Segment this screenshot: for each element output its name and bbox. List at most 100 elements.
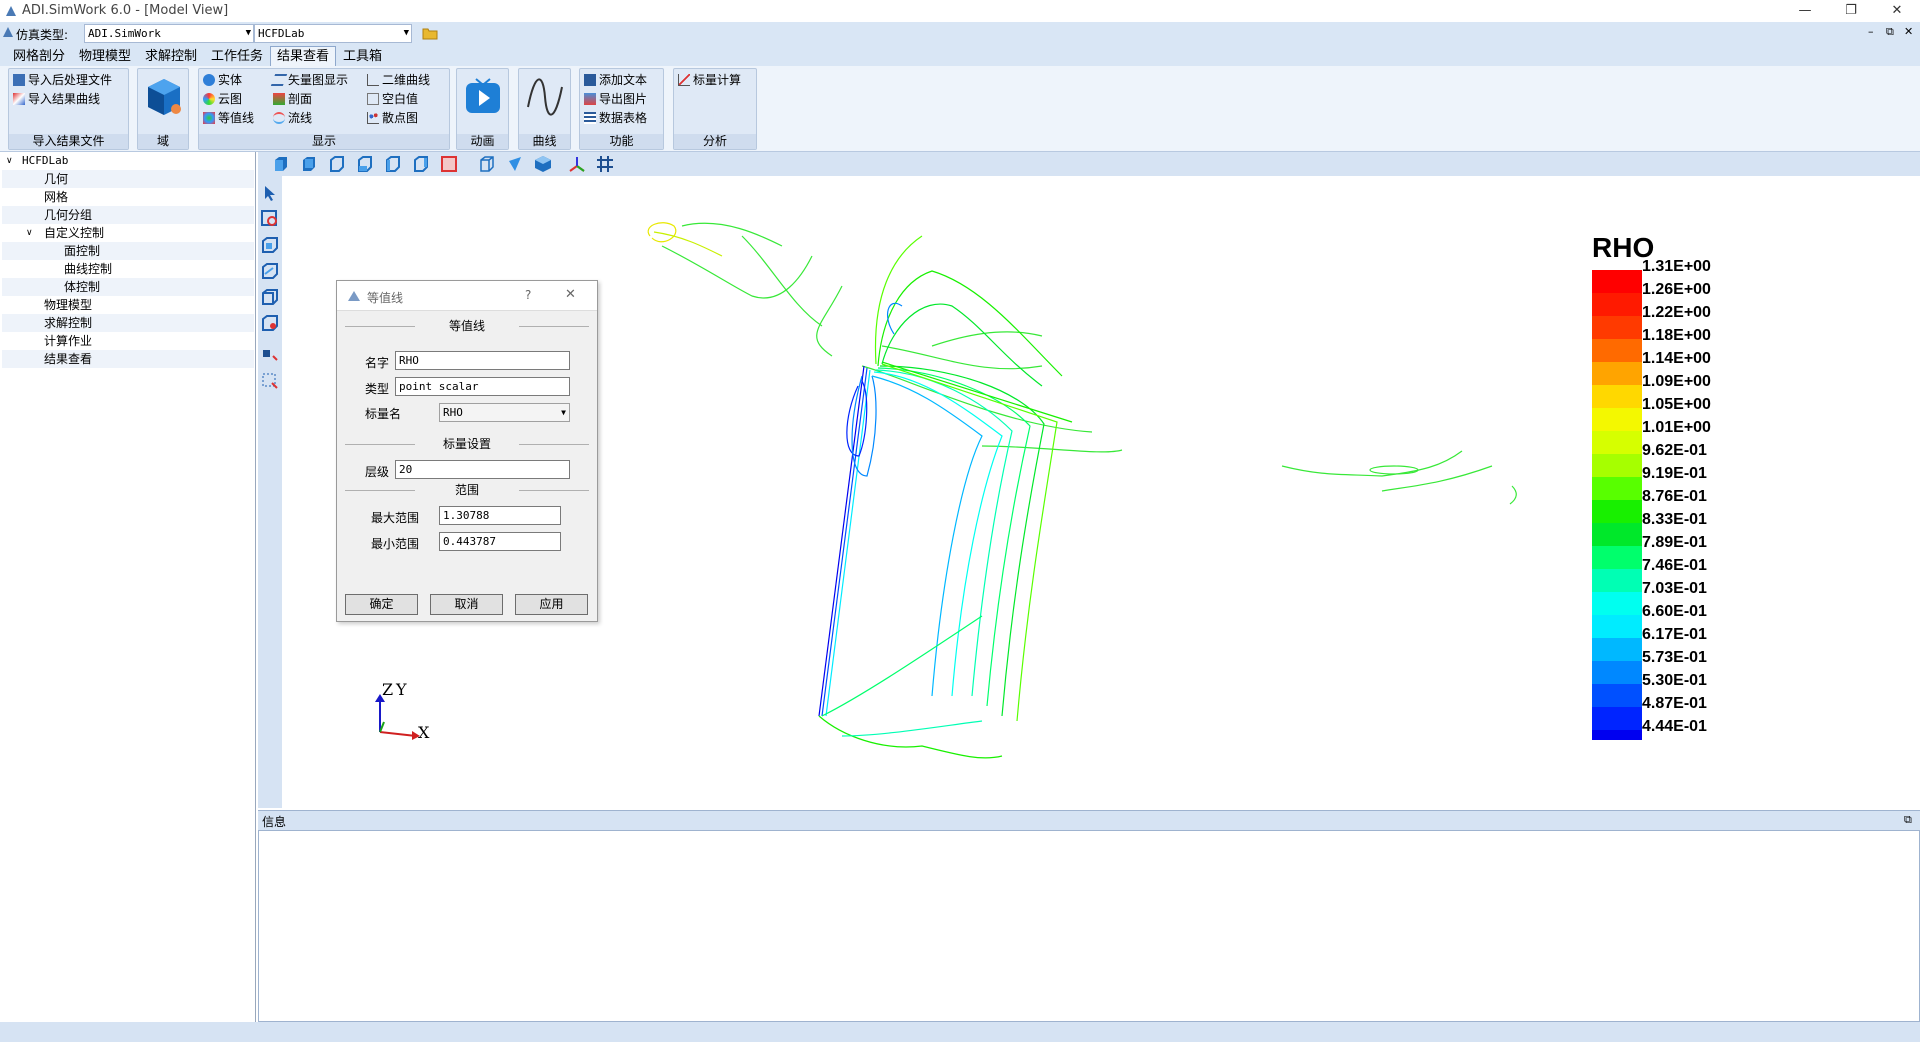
scalar-calc-button[interactable]: 标量计算 xyxy=(678,71,741,89)
legend-swatch xyxy=(1592,615,1642,638)
tree-item-custom-control[interactable]: ∨ 自定义控制 xyxy=(2,224,254,242)
tab-physics[interactable]: 物理模型 xyxy=(72,46,138,66)
blank-value-label: 空白值 xyxy=(382,92,419,106)
view-top-icon[interactable] xyxy=(328,155,346,173)
select-node-icon[interactable] xyxy=(261,314,279,332)
2d-curve-button[interactable]: 二维曲线 xyxy=(367,71,430,89)
pick-point-icon[interactable] xyxy=(261,346,279,364)
tab-results[interactable]: 结果查看 xyxy=(270,46,337,66)
tab-jobs[interactable]: 工作任务 xyxy=(204,46,270,66)
restore-button[interactable]: ❐ xyxy=(1828,0,1874,22)
export-image-icon xyxy=(584,93,596,105)
tree-root[interactable]: ∨ HCFDLab xyxy=(0,152,252,170)
data-table-button[interactable]: 数据表格 xyxy=(584,109,647,127)
legend-label: 1.05E+00 xyxy=(1642,396,1711,413)
contour-plot-button[interactable]: 云图 xyxy=(203,90,242,108)
tree-item-label: 求解控制 xyxy=(44,316,93,330)
tree-item-compute-job[interactable]: 计算作业 xyxy=(2,332,254,350)
view-right-icon[interactable] xyxy=(412,155,430,173)
tree-item-geometry[interactable]: 几何 xyxy=(2,170,254,188)
level-input[interactable]: 20 xyxy=(395,460,570,479)
import-curve-label: 导入结果曲线 xyxy=(28,92,101,106)
legend-swatch xyxy=(1592,592,1642,615)
iso-view-icon[interactable] xyxy=(534,155,552,173)
select-body-icon[interactable] xyxy=(261,288,279,306)
animation-group[interactable]: 动画 xyxy=(456,68,509,150)
blank-value-button[interactable]: 空白值 xyxy=(367,90,418,108)
tree-item-volume-control[interactable]: 体控制 xyxy=(2,278,254,296)
fit-view-icon[interactable] xyxy=(440,155,458,173)
view-front-icon[interactable] xyxy=(272,155,290,173)
vector-display-label: 矢量图显示 xyxy=(288,73,349,87)
tree-item-label: 体控制 xyxy=(64,280,101,294)
import-post-file-button[interactable]: 导入后处理文件 xyxy=(13,71,112,89)
min-range-input[interactable]: 0.443787 xyxy=(439,532,561,551)
type-input[interactable]: point scalar xyxy=(395,377,570,396)
export-image-label: 导出图片 xyxy=(599,92,648,106)
scatter-button[interactable]: 散点图 xyxy=(367,109,418,127)
select-pointer-icon[interactable] xyxy=(261,184,279,202)
legend-label: 7.46E-01 xyxy=(1642,557,1707,574)
tree-item-results[interactable]: 结果查看 xyxy=(2,350,254,368)
scalar-name-select[interactable]: RHO ▼ xyxy=(439,403,570,422)
legend-label: 8.33E-01 xyxy=(1642,511,1707,528)
legend-swatch xyxy=(1592,316,1642,339)
box-select-icon[interactable] xyxy=(261,372,279,390)
sim-type-select[interactable]: ADI.SimWork ▼ xyxy=(84,24,254,43)
wireframe-icon[interactable] xyxy=(478,155,496,173)
export-image-button[interactable]: 导出图片 xyxy=(584,90,647,108)
apply-button[interactable]: 应用 xyxy=(515,594,588,615)
tree-root-label: HCFDLab xyxy=(22,154,69,167)
tree-item-solver-control[interactable]: 求解控制 xyxy=(2,314,254,332)
info-restore-button[interactable]: ⧉ xyxy=(1904,813,1912,827)
legend-label: 9.62E-01 xyxy=(1642,442,1707,459)
import-curve-button[interactable]: 导入结果曲线 xyxy=(13,90,100,108)
select-edge-icon[interactable] xyxy=(261,262,279,280)
add-text-button[interactable]: 添加文本 xyxy=(584,71,647,89)
legend-swatch xyxy=(1592,454,1642,477)
axis-triad-icon[interactable] xyxy=(568,155,586,173)
view-left-icon[interactable] xyxy=(384,155,402,173)
tree-item-geometry-group[interactable]: 几何分组 xyxy=(2,206,254,224)
tab-solver[interactable]: 求解控制 xyxy=(138,46,204,66)
dialog-title: 等值线 xyxy=(367,291,404,305)
tab-mesh[interactable]: 网格剖分 xyxy=(6,46,72,66)
app-logo-icon xyxy=(6,6,16,16)
legend-swatch xyxy=(1592,477,1642,500)
dialog-close-button[interactable]: ✕ xyxy=(565,287,576,302)
ok-button[interactable]: 确定 xyxy=(345,594,418,615)
legend-label: 6.60E-01 xyxy=(1642,603,1707,620)
folder-icon[interactable] xyxy=(422,26,438,40)
close-button[interactable]: ✕ xyxy=(1874,0,1920,22)
shaded-icon[interactable] xyxy=(506,155,524,173)
streamline-button[interactable]: 流线 xyxy=(273,109,312,127)
data-table-label: 数据表格 xyxy=(599,111,648,125)
view-bottom-icon[interactable] xyxy=(356,155,374,173)
dialog-help-button[interactable]: ? xyxy=(525,288,531,302)
view-back-icon[interactable] xyxy=(300,155,318,173)
tree-item-mesh[interactable]: 网格 xyxy=(2,188,254,206)
tree-item-curve-control[interactable]: 曲线控制 xyxy=(2,260,254,278)
vector-display-button[interactable]: 矢量图显示 xyxy=(270,71,349,89)
tab-toolbox[interactable]: 工具箱 xyxy=(336,46,389,66)
max-range-input[interactable]: 1.30788 xyxy=(439,506,561,525)
sub-minimize-button[interactable]: – xyxy=(1868,25,1874,38)
section-button[interactable]: 剖面 xyxy=(273,90,312,108)
isoline-button[interactable]: 等值线 xyxy=(203,109,254,127)
minimize-button[interactable]: — xyxy=(1782,0,1828,22)
curve-group[interactable]: 曲线 xyxy=(518,68,571,150)
select-face-icon[interactable] xyxy=(261,236,279,254)
cancel-button[interactable]: 取消 xyxy=(430,594,503,615)
sub-restore-button[interactable]: ⧉ xyxy=(1886,25,1894,39)
grid-icon[interactable] xyxy=(596,155,614,173)
scalar-name-value: RHO xyxy=(443,406,463,419)
tree-item-face-control[interactable]: 面控制 xyxy=(2,242,254,260)
sub-close-button[interactable]: ✕ xyxy=(1904,25,1913,38)
case-select[interactable]: HCFDLab ▼ xyxy=(254,24,412,43)
name-input[interactable]: RHO xyxy=(395,351,570,370)
tree-item-physics-model[interactable]: 物理模型 xyxy=(2,296,254,314)
solid-button[interactable]: 实体 xyxy=(203,71,242,89)
dialog-app-icon xyxy=(348,291,360,301)
zoom-box-icon[interactable] xyxy=(261,210,279,228)
domain-group[interactable]: 域 xyxy=(137,68,189,150)
